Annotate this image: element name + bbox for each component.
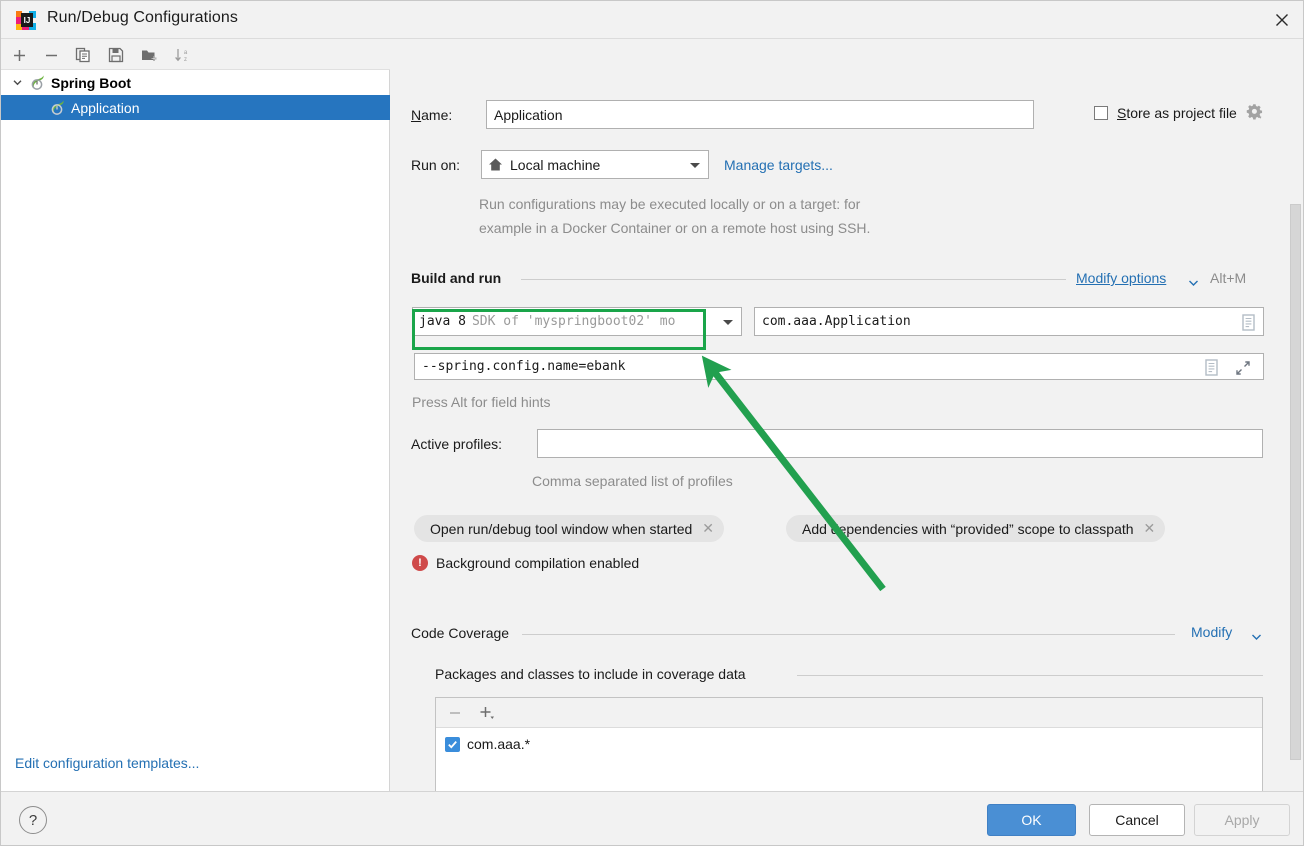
run-on-combobox[interactable]: Local machine <box>481 150 709 179</box>
packages-section-title: Packages and classes to include in cover… <box>435 666 746 682</box>
svg-text:IJ: IJ <box>24 16 31 25</box>
active-profiles-input[interactable] <box>537 429 1263 458</box>
chip-label: Add dependencies with “provided” scope t… <box>802 520 1134 537</box>
store-as-project-file-checkbox[interactable] <box>1094 106 1108 120</box>
coverage-list-toolbar <box>436 698 1262 728</box>
program-arguments-value: --spring.config.name=ebank <box>422 359 626 374</box>
code-coverage-modify-link[interactable]: Modify <box>1191 624 1232 640</box>
manage-targets-link[interactable]: Manage targets... <box>724 157 833 173</box>
chevron-down-icon[interactable] <box>1251 629 1262 645</box>
coverage-item-checkbox[interactable] <box>445 736 460 752</box>
jdk-value-bold: java 8 <box>419 314 466 329</box>
title-bar: IJ Run/Debug Configurations <box>1 1 1303 39</box>
close-icon[interactable] <box>1259 1 1303 38</box>
run-on-hint-line2: example in a Docker Container or on a re… <box>479 220 871 236</box>
tree-item-label: Application <box>71 99 140 116</box>
configurations-tree: Spring Boot Application <box>1 70 390 120</box>
error-circle-icon: ! <box>412 555 428 571</box>
copy-configuration-button[interactable] <box>71 43 95 67</box>
chevron-down-icon[interactable] <box>1188 275 1199 291</box>
tree-group-label: Spring Boot <box>51 74 132 91</box>
chip-close-icon[interactable]: ✕ <box>702 520 714 537</box>
save-configuration-button[interactable] <box>104 43 128 67</box>
svg-text:z: z <box>184 57 187 63</box>
coverage-item-label: com.aaa.* <box>467 736 531 752</box>
dialog-footer: ? OK Cancel Apply <box>1 791 1303 845</box>
new-folder-icon[interactable] <box>137 43 161 67</box>
gear-icon[interactable] <box>1246 103 1263 123</box>
main-class-input[interactable]: com.aaa.Application <box>754 307 1264 336</box>
chevron-down-icon[interactable] <box>690 162 700 168</box>
program-arguments-input[interactable]: --spring.config.name=ebank <box>414 353 1264 380</box>
apply-button[interactable]: Apply <box>1194 804 1290 836</box>
build-and-run-section-title: Build and run <box>411 270 502 286</box>
field-hints-text: Press Alt for field hints <box>412 394 551 410</box>
name-label-mnemonic: N <box>411 107 422 123</box>
jdk-combobox[interactable]: java 8 SDK of 'myspringboot02' mo <box>412 307 742 336</box>
remove-configuration-button[interactable] <box>39 43 63 67</box>
store-as-project-file-label: Store as project file <box>1117 105 1237 121</box>
packages-separator <box>797 675 1263 676</box>
name-input[interactable]: Application <box>486 100 1034 129</box>
modify-options-shortcut: Alt+M <box>1210 270 1247 286</box>
add-package-button[interactable] <box>476 703 500 723</box>
background-compilation-warning: ! Background compilation enabled <box>412 555 639 571</box>
configurations-tree-panel: a z Spring Boot Application Edit configu… <box>1 39 390 791</box>
main-class-value: com.aaa.Application <box>762 314 911 329</box>
help-button[interactable]: ? <box>19 806 47 834</box>
name-label: Name: <box>411 107 452 123</box>
run-on-label: Run on: <box>411 157 461 173</box>
add-configuration-button[interactable] <box>7 43 31 67</box>
spring-boot-icon <box>29 74 46 91</box>
remove-package-button[interactable] <box>444 703 466 723</box>
build-and-run-separator <box>521 279 1066 280</box>
run-on-value: Local machine <box>510 156 601 173</box>
run-on-hint-line1: Run configurations may be executed local… <box>479 196 861 212</box>
modify-options-link[interactable]: Modify options <box>1076 270 1166 286</box>
active-profiles-label: Active profiles: <box>411 436 503 452</box>
run-debug-configurations-dialog: IJ Run/Debug Configurations a z Spring B… <box>0 0 1304 846</box>
option-chip-open-run-debug-tool-window[interactable]: Open run/debug tool window when started … <box>414 515 725 542</box>
store-as-project-file-row[interactable]: Store as project file <box>1094 103 1263 123</box>
configuration-editor-panel: Name: Application Store as project file … <box>391 39 1303 791</box>
document-list-icon[interactable] <box>1241 314 1256 335</box>
name-input-value: Application <box>494 106 563 123</box>
content-scrollbar[interactable] <box>1290 204 1301 760</box>
chevron-down-icon[interactable] <box>9 75 25 91</box>
jdk-value-dim: SDK of 'myspringboot02' mo <box>471 314 676 329</box>
background-compilation-warning-text: Background compilation enabled <box>436 555 640 571</box>
sort-az-icon[interactable]: a z <box>170 43 194 67</box>
document-list-icon[interactable] <box>1204 359 1219 380</box>
spring-boot-icon <box>49 99 66 116</box>
name-label-rest: ame: <box>421 107 453 123</box>
active-profiles-hint: Comma separated list of profiles <box>532 473 733 489</box>
coverage-packages-list: com.aaa.* <box>435 697 1263 791</box>
expand-diagonal-icon[interactable] <box>1235 360 1251 380</box>
intellij-idea-icon: IJ <box>15 9 37 31</box>
option-chip-add-provided-dependencies[interactable]: Add dependencies with “provided” scope t… <box>786 515 1166 542</box>
chip-close-icon[interactable]: ✕ <box>1144 520 1156 537</box>
chevron-down-icon[interactable] <box>723 319 733 325</box>
ok-button[interactable]: OK <box>987 804 1076 836</box>
code-coverage-separator <box>522 634 1175 635</box>
configurations-toolbar: a z <box>1 39 390 70</box>
code-coverage-section-title: Code Coverage <box>411 625 510 641</box>
chip-label: Open run/debug tool window when started <box>430 520 693 537</box>
tree-item-application[interactable]: Application <box>1 95 390 120</box>
tree-group-spring-boot[interactable]: Spring Boot <box>1 70 390 95</box>
edit-configuration-templates-link[interactable]: Edit configuration templates... <box>15 755 199 771</box>
home-icon <box>488 157 503 172</box>
dialog-title: Run/Debug Configurations <box>47 9 238 26</box>
cancel-button[interactable]: Cancel <box>1089 804 1185 836</box>
coverage-list-item[interactable]: com.aaa.* <box>445 736 530 752</box>
svg-text:a: a <box>183 50 187 56</box>
